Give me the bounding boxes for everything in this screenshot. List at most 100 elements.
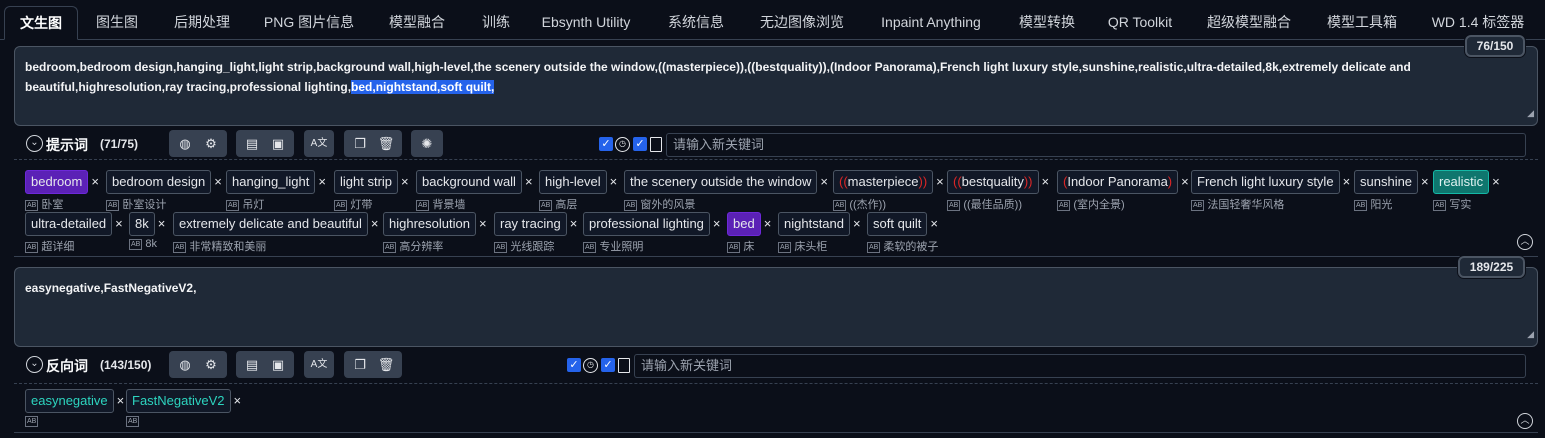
close-icon[interactable]: × xyxy=(1042,170,1050,194)
prompt-tag[interactable]: ray tracing × AB 光线跟踪 xyxy=(494,212,577,255)
tab-9[interactable]: 无边图像浏览 xyxy=(746,6,858,40)
tag-pill[interactable]: bed xyxy=(727,212,761,236)
tab-1[interactable]: 文生图 xyxy=(4,6,78,40)
tag-pill[interactable]: professional lighting xyxy=(583,212,710,236)
close-icon[interactable]: × xyxy=(1343,170,1351,194)
bookmark-icon[interactable]: ▣ xyxy=(269,135,287,153)
tag-pill[interactable]: high-level xyxy=(539,170,607,194)
translate-icon[interactable]: A文 xyxy=(310,135,328,153)
checkbox-icon[interactable]: ✓ xyxy=(567,358,581,372)
clock-icon[interactable]: ◷ xyxy=(615,137,630,152)
close-icon[interactable]: × xyxy=(234,389,242,413)
negative-prompt-textarea[interactable]: easynegative,FastNegativeV2, ◢ xyxy=(14,267,1538,347)
close-icon[interactable]: × xyxy=(479,212,487,236)
close-icon[interactable]: × xyxy=(713,212,721,236)
close-icon[interactable]: × xyxy=(371,212,379,236)
resize-handle-icon[interactable]: ◢ xyxy=(1527,103,1534,123)
prompt-tag[interactable]: highresolution × AB 高分辨率 xyxy=(383,212,487,255)
close-icon[interactable]: × xyxy=(1181,170,1189,194)
keyword-input[interactable]: 请输入新关键词 xyxy=(666,133,1526,157)
openai-icon[interactable]: ✺ xyxy=(418,135,436,153)
tag-pill[interactable]: hanging_light xyxy=(226,170,316,194)
checkbox-icon[interactable]: ✓ xyxy=(599,137,613,151)
tab-10[interactable]: Inpaint Anything xyxy=(868,6,994,40)
trash-icon[interactable]: 🗑 xyxy=(377,356,395,374)
expand-up-icon[interactable]: ︿ xyxy=(1517,413,1533,429)
tab-2[interactable]: 图生图 xyxy=(84,6,150,40)
tag-pill[interactable]: French light luxury style xyxy=(1191,170,1340,194)
tab-8[interactable]: 系统信息 xyxy=(652,6,740,40)
prompt-tag[interactable]: the scenery outside the window × AB 窗外的风景 xyxy=(624,170,828,213)
prompt-tag[interactable]: FastNegativeV2 × AB xyxy=(126,389,241,432)
close-icon[interactable]: × xyxy=(1421,170,1429,194)
resize-handle-icon[interactable]: ◢ xyxy=(1527,324,1534,344)
prompt-tag[interactable]: extremely delicate and beautiful × AB 非常精致和… xyxy=(173,212,378,255)
keyword-input[interactable]: 请输入新关键词 xyxy=(634,354,1526,378)
tag-pill[interactable]: the scenery outside the window xyxy=(624,170,818,194)
tag-pill[interactable]: ((bestquality)) xyxy=(947,170,1039,194)
prompt-tag[interactable]: hanging_light × AB 吊灯 xyxy=(226,170,326,213)
prompt-tag[interactable]: realistic × AB 写实 xyxy=(1433,170,1500,213)
prompt-tag[interactable]: ultra-detailed × AB 超详细 xyxy=(25,212,123,255)
close-icon[interactable]: × xyxy=(91,170,99,194)
close-icon[interactable]: × xyxy=(117,389,125,413)
prompt-tag[interactable]: 8k × AB 8k xyxy=(129,212,165,255)
prompt-tag[interactable]: (Indoor Panorama) × AB (室内全景) xyxy=(1057,170,1189,213)
prompt-tag[interactable]: high-level × AB 高层 xyxy=(539,170,617,213)
tab-5[interactable]: 模型融合 xyxy=(374,6,460,40)
expand-up-icon[interactable]: ︿ xyxy=(1517,234,1533,250)
positive-prompt-textarea[interactable]: bedroom,bedroom design,hanging_light,lig… xyxy=(14,46,1538,126)
trash-icon[interactable]: 🗑 xyxy=(377,135,395,153)
tab-4[interactable]: PNG 图片信息 xyxy=(254,6,364,40)
translate-icon[interactable]: A文 xyxy=(310,356,328,374)
tab-12[interactable]: QR Toolkit xyxy=(1100,6,1180,40)
prompt-tag[interactable]: soft quilt × AB 柔软的被子 xyxy=(867,212,938,255)
prompt-tag[interactable]: ((bestquality)) × AB ((最佳品质)) xyxy=(947,170,1049,213)
tag-pill[interactable]: ultra-detailed xyxy=(25,212,113,236)
prompt-tag[interactable]: background wall × AB 背景墙 xyxy=(416,170,533,213)
close-icon[interactable]: × xyxy=(401,170,409,194)
close-icon[interactable]: × xyxy=(853,212,861,236)
tag-pill[interactable]: FastNegativeV2 xyxy=(126,389,231,413)
tag-pill[interactable]: easynegative xyxy=(25,389,114,413)
close-icon[interactable]: × xyxy=(764,212,772,236)
tab-13[interactable]: 超级模型融合 xyxy=(1190,6,1308,40)
gear-icon[interactable]: ⚙ xyxy=(202,135,220,153)
tag-pill[interactable]: bedroom design xyxy=(106,170,212,194)
history-icon[interactable]: ▤ xyxy=(243,135,261,153)
close-icon[interactable]: × xyxy=(158,212,166,236)
tag-pill[interactable]: (Indoor Panorama) xyxy=(1057,170,1179,194)
tag-pill[interactable]: light strip xyxy=(334,170,399,194)
globe-icon[interactable]: ◍ xyxy=(176,135,194,153)
close-icon[interactable]: × xyxy=(1492,170,1500,194)
checkbox-icon[interactable]: ✓ xyxy=(601,358,615,372)
prompt-tag[interactable]: bed × AB 床 xyxy=(727,212,771,255)
collapse-icon[interactable]: ⌄ xyxy=(26,135,43,152)
checkbox-icon[interactable]: ✓ xyxy=(633,137,647,151)
tab-11[interactable]: 模型转换 xyxy=(1004,6,1090,40)
tag-pill[interactable]: highresolution xyxy=(383,212,476,236)
prompt-tag[interactable]: sunshine × AB 阳光 xyxy=(1354,170,1429,213)
prompt-tag[interactable]: ((masterpiece)) × AB ((杰作)) xyxy=(833,170,944,213)
prompt-tag[interactable]: bedroom × AB 卧室 xyxy=(25,170,99,213)
tag-pill[interactable]: bedroom xyxy=(25,170,89,194)
prompt-tag[interactable]: nightstand × AB 床头柜 xyxy=(778,212,861,255)
copy-icon[interactable]: ❐ xyxy=(351,356,369,374)
bookmark-icon[interactable]: ▣ xyxy=(269,356,287,374)
tag-pill[interactable]: realistic xyxy=(1433,170,1490,194)
prompt-tag[interactable]: bedroom design × AB 卧室设计 xyxy=(106,170,222,213)
tag-pill[interactable]: ray tracing xyxy=(494,212,567,236)
prompt-tag[interactable]: French light luxury style × AB 法国轻奢华风格 xyxy=(1191,170,1350,213)
copy-icon[interactable]: ❐ xyxy=(351,135,369,153)
tag-pill[interactable]: nightstand xyxy=(778,212,850,236)
tag-pill[interactable]: 8k xyxy=(129,212,155,236)
history-icon[interactable]: ▤ xyxy=(243,356,261,374)
gear-icon[interactable]: ⚙ xyxy=(202,356,220,374)
prompt-tag[interactable]: easynegative × AB xyxy=(25,389,124,432)
close-icon[interactable]: × xyxy=(610,170,618,194)
tag-pill[interactable]: ((masterpiece)) xyxy=(833,170,934,194)
tab-3[interactable]: 后期处理 xyxy=(160,6,244,40)
close-icon[interactable]: × xyxy=(820,170,828,194)
tab-14[interactable]: 模型工具箱 xyxy=(1318,6,1406,40)
clock-icon[interactable]: ◷ xyxy=(583,358,598,373)
